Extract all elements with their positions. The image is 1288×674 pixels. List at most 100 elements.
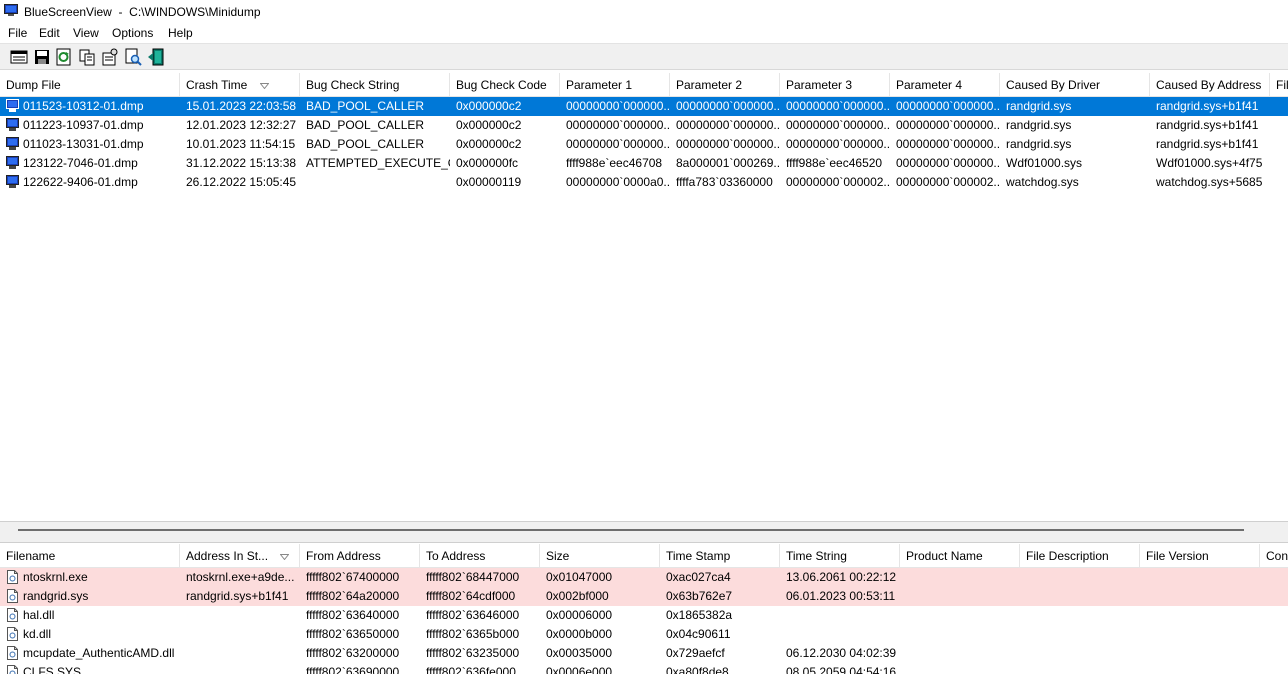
column-header-file-description[interactable]: File Description (1020, 544, 1140, 568)
cell-file-description (1020, 587, 1140, 606)
column-header-dump-file[interactable]: Dump File (0, 73, 180, 97)
cell-filename: ntoskrnl.exe (23, 570, 88, 584)
bluescreen-app-icon (4, 4, 18, 16)
cell-file-description (1020, 644, 1140, 663)
column-header-file-version[interactable]: File Version (1140, 544, 1260, 568)
cell-from-address: fffff802`63200000 (306, 646, 400, 660)
cell-time-stamp: 0xac027ca4 (666, 570, 731, 584)
cell-file-version (1140, 568, 1260, 587)
cell-parameter-2: 00000000`000000... (676, 118, 780, 132)
menu-edit[interactable]: Edit (39, 26, 60, 40)
cell-file-version (1140, 587, 1260, 606)
column-header-parameter-2[interactable]: Parameter 2 (670, 73, 780, 97)
cell-bug-check-code: 0x000000c2 (456, 137, 522, 151)
cell-to-address: fffff802`6365b000 (426, 627, 520, 641)
cell-product-name (900, 606, 1020, 625)
sort-arrow-icon (280, 554, 289, 560)
pane-splitter[interactable] (0, 521, 1288, 543)
cell-crash-time: 26.12.2022 15:05:45 (186, 175, 297, 189)
cell-size: 0x01047000 (546, 570, 613, 584)
refresh-icon[interactable] (55, 48, 73, 66)
cell-from-address: fffff802`63640000 (306, 608, 400, 622)
cell-product-name (900, 587, 1020, 606)
driver-row[interactable]: randgrid.sys randgrid.sys+b1f41 fffff802`6… (0, 587, 1288, 606)
cell-parameter-4: 00000000`000000... (896, 156, 1000, 170)
column-header-con[interactable]: Con (1260, 544, 1288, 568)
title-bar: BlueScreenView - C:\WINDOWS\Minidump (0, 0, 1288, 23)
driver-row[interactable]: hal.dll fffff802`63640000 fffff802`6364600… (0, 606, 1288, 625)
column-header-parameter-1[interactable]: Parameter 1 (560, 73, 670, 97)
dump-row[interactable]: 123122-7046-01.dmp 31.12.2022 15:13:38 ATT… (0, 154, 1288, 173)
cell-time-string: 06.12.2030 04:02:39 (786, 646, 897, 660)
menu-view[interactable]: View (73, 26, 99, 40)
driver-row[interactable]: CLFS.SYS fffff802`63690000 fffff802`636fe0… (0, 663, 1288, 674)
cell-product-name (900, 644, 1020, 663)
exit-icon[interactable] (147, 48, 165, 66)
column-header-time-stamp[interactable]: Time Stamp (660, 544, 780, 568)
column-header-parameter-3[interactable]: Parameter 3 (780, 73, 890, 97)
column-header-from-address[interactable]: From Address (300, 544, 420, 568)
cell-from-address: fffff802`64a20000 (306, 589, 400, 603)
crash-dump-list[interactable]: Dump File Crash Time Bug Check String Bug C… (0, 73, 1288, 521)
cell-bug-check-string: ATTEMPTED_EXECUTE_O... (306, 156, 450, 170)
cell-file-version (1140, 606, 1260, 625)
dump-row[interactable]: 011223-10937-01.dmp 12.01.2023 12:32:27 BA… (0, 116, 1288, 135)
column-header-product-name[interactable]: Product Name (900, 544, 1020, 568)
driver-row[interactable]: mcupdate_AuthenticAMD.dll fffff802`632000… (0, 644, 1288, 663)
cell-caused-by-address: randgrid.sys+b1f41 (1156, 118, 1259, 132)
cell-parameter-1: 00000000`000000... (566, 118, 670, 132)
column-header-to-address[interactable]: To Address (420, 544, 540, 568)
cell-time-stamp: 0x63b762e7 (666, 589, 733, 603)
dump-row[interactable]: 011523-10312-01.dmp 15.01.2023 22:03:58 BA… (0, 97, 1288, 116)
column-header-caused-by-driver[interactable]: Caused By Driver (1000, 73, 1150, 97)
cell-parameter-1: 00000000`0000a0... (566, 175, 670, 189)
menu-file[interactable]: File (8, 26, 27, 40)
dump-row[interactable]: 122622-9406-01.dmp 26.12.2022 15:05:45 0x0… (0, 173, 1288, 192)
column-header-parameter-4[interactable]: Parameter 4 (890, 73, 1000, 97)
column-header-caused-by-address[interactable]: Caused By Address (1150, 73, 1270, 97)
cell-address-in-st (180, 663, 300, 674)
cell-crash-time: 31.12.2022 15:13:38 (186, 156, 297, 170)
driver-row[interactable]: ntoskrnl.exe ntoskrnl.exe+a9de... fffff802… (0, 568, 1288, 587)
cell-caused-by-driver: randgrid.sys (1006, 99, 1072, 113)
column-header-size[interactable]: Size (540, 544, 660, 568)
column-header-fil[interactable]: Fil (1270, 73, 1288, 97)
column-header-filename[interactable]: Filename (0, 544, 180, 568)
menu-options[interactable]: Options (112, 26, 153, 40)
cell-to-address: fffff802`64cdf000 (426, 589, 516, 603)
find-icon[interactable] (124, 48, 142, 66)
cell-size: 0x0006e000 (546, 665, 613, 674)
cell-crash-time: 15.01.2023 22:03:58 (186, 99, 297, 113)
column-header-time-string[interactable]: Time String (780, 544, 900, 568)
cell-filename: hal.dll (23, 608, 55, 622)
cell-filename: mcupdate_AuthenticAMD.dll (23, 646, 175, 660)
column-header-bug-check-string[interactable]: Bug Check String (300, 73, 450, 97)
cell-bug-check-code: 0x000000c2 (456, 118, 522, 132)
sort-arrow-icon (260, 83, 269, 89)
column-header-bug-check-code[interactable]: Bug Check Code (450, 73, 560, 97)
cell-file-description (1020, 568, 1140, 587)
cell-from-address: fffff802`63690000 (306, 665, 400, 674)
cell-crash-time: 10.01.2023 11:54:15 (186, 137, 296, 151)
menu-help[interactable]: Help (168, 26, 193, 40)
save-icon[interactable] (33, 48, 51, 66)
copy-icon[interactable] (78, 48, 96, 66)
cell-caused-by-address: randgrid.sys+b1f41 (1156, 137, 1259, 151)
cell-bug-check-string (300, 173, 450, 192)
cell-fil (1270, 154, 1288, 173)
cell-parameter-3: 00000000`000002... (786, 175, 890, 189)
cell-product-name (900, 625, 1020, 644)
cell-size: 0x002bf000 (546, 589, 609, 603)
dump-row[interactable]: 011023-13031-01.dmp 10.01.2023 11:54:15 BA… (0, 135, 1288, 154)
column-header-crash-time[interactable]: Crash Time (180, 73, 300, 97)
cell-parameter-1: 00000000`000000... (566, 137, 670, 151)
driver-row[interactable]: kd.dll fffff802`63650000 fffff802`6365b000… (0, 625, 1288, 644)
properties-window-icon[interactable] (10, 48, 28, 66)
horizontal-scrollbar[interactable] (18, 529, 1244, 531)
cell-filename: kd.dll (23, 627, 52, 641)
cell-parameter-4: 00000000`000000... (896, 118, 1000, 132)
properties-icon[interactable] (101, 48, 119, 66)
cell-from-address: fffff802`63650000 (306, 627, 400, 641)
toolbar (0, 43, 1288, 70)
driver-list[interactable]: Filename Address In St... From Address To A… (0, 544, 1288, 674)
